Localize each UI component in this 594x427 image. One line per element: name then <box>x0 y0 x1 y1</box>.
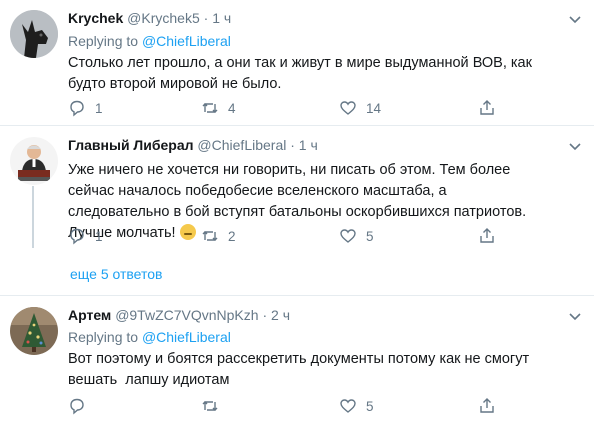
reply-button[interactable] <box>68 397 95 415</box>
retweet-icon <box>202 401 218 411</box>
reply-count: 1 <box>95 100 103 116</box>
retweet-icon <box>202 231 218 241</box>
show-more-replies-link[interactable]: еще 5 ответов <box>70 266 162 282</box>
retweet-button[interactable] <box>201 397 228 415</box>
chevron-down-icon[interactable] <box>568 309 582 323</box>
separator-dot: · <box>203 10 209 26</box>
reply-count: 1 <box>95 228 103 244</box>
share-icon <box>480 100 494 115</box>
dog-avatar-icon <box>10 10 58 58</box>
share-button[interactable] <box>478 99 496 117</box>
tweet-actions: 5 <box>68 397 508 419</box>
tweet-actions: 1 2 5 <box>68 227 508 249</box>
like-count: 14 <box>366 100 382 116</box>
replying-to-link[interactable]: @ChiefLiberal <box>142 33 231 49</box>
reply-icon <box>70 398 84 415</box>
reply-button[interactable]: 1 <box>68 99 103 117</box>
tweet-text: Столько лет прошло, а они так и живут в … <box>68 55 532 92</box>
share-button[interactable] <box>478 397 496 415</box>
man-at-desk-avatar-icon <box>10 137 58 185</box>
author-name[interactable]: Главный Либерал <box>68 137 194 153</box>
retweet-icon <box>202 103 218 113</box>
reply-icon <box>70 228 84 245</box>
timestamp[interactable]: 1 ч <box>212 10 231 26</box>
like-button[interactable]: 14 <box>339 99 381 117</box>
retweet-count: 2 <box>228 228 236 244</box>
separator-dot: · <box>262 307 268 323</box>
reply-icon <box>70 100 84 117</box>
tweet-divider <box>0 125 594 126</box>
replying-prefix: Replying to <box>68 329 139 345</box>
chevron-down-icon[interactable] <box>568 12 582 26</box>
author-handle[interactable]: @9TwZC7VQvnNpKzh <box>115 307 258 323</box>
reply-button[interactable]: 1 <box>68 227 103 245</box>
christmas-tree-avatar-icon <box>10 307 58 355</box>
like-button[interactable]: 5 <box>339 227 374 245</box>
avatar[interactable] <box>10 10 58 58</box>
retweet-button[interactable]: 4 <box>201 99 236 117</box>
author-name[interactable]: Krychek <box>68 10 123 26</box>
retweet-count: 4 <box>228 100 236 116</box>
like-count: 5 <box>366 398 374 414</box>
tweet-divider <box>0 295 594 296</box>
author-name[interactable]: Артем <box>68 307 111 323</box>
heart-icon <box>340 101 356 115</box>
author-handle[interactable]: @Krychek5 <box>127 10 200 26</box>
separator-dot: · <box>290 137 295 153</box>
share-icon <box>480 228 494 243</box>
thread-line <box>32 186 34 248</box>
timestamp[interactable]: 1 ч <box>299 137 318 153</box>
tweet-text: Вот поэтому и боятся рассекретить докуме… <box>68 351 534 388</box>
replying-prefix: Replying to <box>68 33 139 49</box>
like-count: 5 <box>366 228 374 244</box>
retweet-button[interactable]: 2 <box>201 227 236 245</box>
tweet-actions: 1 4 14 <box>68 99 508 121</box>
heart-icon <box>340 399 356 413</box>
avatar[interactable] <box>10 307 58 355</box>
replying-to-link[interactable]: @ChiefLiberal <box>142 329 231 345</box>
author-handle[interactable]: @ChiefLiberal <box>197 137 286 153</box>
heart-icon <box>340 229 356 243</box>
timestamp[interactable]: 2 ч <box>271 307 290 323</box>
like-button[interactable]: 5 <box>339 397 374 415</box>
replying-to: Replying to @ChiefLiberal <box>68 33 231 49</box>
avatar[interactable] <box>10 137 58 185</box>
share-icon <box>480 398 494 413</box>
replying-to: Replying to @ChiefLiberal <box>68 329 231 345</box>
share-button[interactable] <box>478 227 496 245</box>
chevron-down-icon[interactable] <box>568 139 582 153</box>
